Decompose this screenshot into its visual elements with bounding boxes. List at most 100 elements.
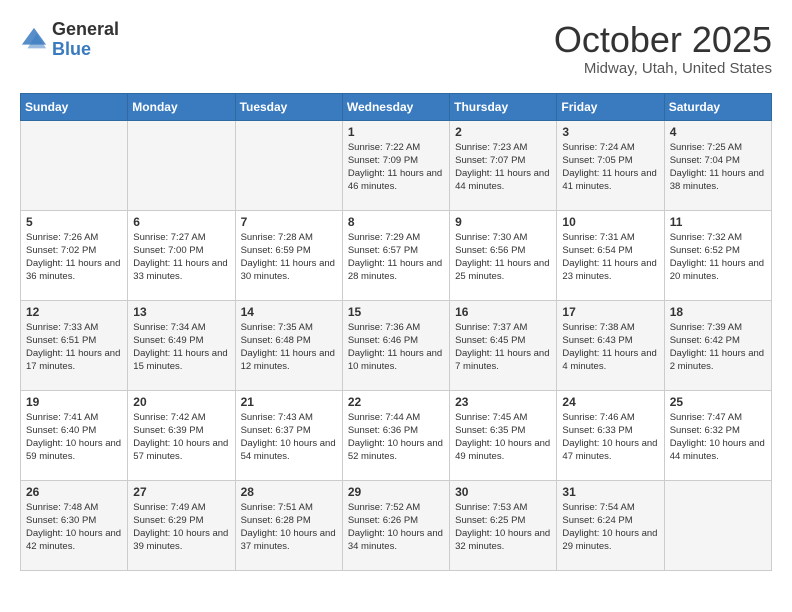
day-number: 11 bbox=[670, 215, 766, 229]
day-info: Sunrise: 7:23 AM Sunset: 7:07 PM Dayligh… bbox=[455, 141, 551, 194]
calendar-cell: 10 Sunrise: 7:31 AM Sunset: 6:54 PM Dayli… bbox=[557, 210, 664, 300]
weekday-header-monday: Monday bbox=[128, 93, 235, 120]
calendar-cell bbox=[21, 120, 128, 210]
day-number: 22 bbox=[348, 395, 444, 409]
calendar-cell: 28Sunrise: 7:51 AM Sunset: 6:28 PM Dayli… bbox=[235, 480, 342, 570]
calendar-cell: 30 Sunrise: 7:53 AM Sunset: 6:25 PM Dayli… bbox=[450, 480, 557, 570]
logo-general: General bbox=[52, 20, 119, 40]
weekday-header-tuesday: Tuesday bbox=[235, 93, 342, 120]
day-info: Sunrise: 7:35 AM Sunset: 6:48 PM Dayligh… bbox=[241, 321, 337, 374]
calendar-cell: 24Sunrise: 7:46 AM Sunset: 6:33 PM Dayli… bbox=[557, 390, 664, 480]
calendar-cell: 20 Sunrise: 7:42 AM Sunset: 6:39 PM Dayli… bbox=[128, 390, 235, 480]
day-number: 17 bbox=[562, 305, 658, 319]
calendar-cell: 3 Sunrise: 7:24 AM Sunset: 7:05 PM Daylig… bbox=[557, 120, 664, 210]
weekday-header-sunday: Sunday bbox=[21, 93, 128, 120]
day-number: 23 bbox=[455, 395, 551, 409]
day-number: 7 bbox=[241, 215, 337, 229]
calendar-cell: 13 Sunrise: 7:34 AM Sunset: 6:49 PM Dayli… bbox=[128, 300, 235, 390]
day-info: Sunrise: 7:49 AM Sunset: 6:29 PM Dayligh… bbox=[133, 501, 229, 554]
calendar-cell bbox=[664, 480, 771, 570]
calendar-cell: 26 Sunrise: 7:48 AM Sunset: 6:30 PM Dayli… bbox=[21, 480, 128, 570]
day-info: Sunrise: 7:27 AM Sunset: 7:00 PM Dayligh… bbox=[133, 231, 229, 284]
day-number: 18 bbox=[670, 305, 766, 319]
day-info: Sunrise: 7:48 AM Sunset: 6:30 PM Dayligh… bbox=[26, 501, 122, 554]
calendar-week-row: 26 Sunrise: 7:48 AM Sunset: 6:30 PM Dayli… bbox=[21, 480, 772, 570]
day-number: 24 bbox=[562, 395, 658, 409]
day-number: 20 bbox=[133, 395, 229, 409]
weekday-header-friday: Friday bbox=[557, 93, 664, 120]
calendar-cell: 7 Sunrise: 7:28 AM Sunset: 6:59 PM Daylig… bbox=[235, 210, 342, 300]
day-info: Sunrise: 7:54 AM Sunset: 6:24 PM Dayligh… bbox=[562, 501, 658, 554]
weekday-header-wednesday: Wednesday bbox=[342, 93, 449, 120]
day-info: Sunrise: 7:30 AM Sunset: 6:56 PM Dayligh… bbox=[455, 231, 551, 284]
day-info: Sunrise: 7:34 AM Sunset: 6:49 PM Dayligh… bbox=[133, 321, 229, 374]
calendar-week-row: 5 Sunrise: 7:26 AM Sunset: 7:02 PM Daylig… bbox=[21, 210, 772, 300]
calendar-cell: 27 Sunrise: 7:49 AM Sunset: 6:29 PM Dayli… bbox=[128, 480, 235, 570]
day-number: 16 bbox=[455, 305, 551, 319]
day-info: Sunrise: 7:43 AM Sunset: 6:37 PM Dayligh… bbox=[241, 411, 337, 464]
day-number: 30 bbox=[455, 485, 551, 499]
day-info: Sunrise: 7:52 AM Sunset: 6:26 PM Dayligh… bbox=[348, 501, 444, 554]
day-number: 15 bbox=[348, 305, 444, 319]
weekday-header-row: SundayMondayTuesdayWednesdayThursdayFrid… bbox=[21, 93, 772, 120]
day-number: 19 bbox=[26, 395, 122, 409]
calendar-cell: 18Sunrise: 7:39 AM Sunset: 6:42 PM Dayli… bbox=[664, 300, 771, 390]
calendar-cell: 15Sunrise: 7:36 AM Sunset: 6:46 PM Dayli… bbox=[342, 300, 449, 390]
calendar-week-row: 1 Sunrise: 7:22 AM Sunset: 7:09 PM Daylig… bbox=[21, 120, 772, 210]
day-info: Sunrise: 7:42 AM Sunset: 6:39 PM Dayligh… bbox=[133, 411, 229, 464]
day-number: 5 bbox=[26, 215, 122, 229]
calendar-cell: 4Sunrise: 7:25 AM Sunset: 7:04 PM Daylig… bbox=[664, 120, 771, 210]
calendar-cell: 5 Sunrise: 7:26 AM Sunset: 7:02 PM Daylig… bbox=[21, 210, 128, 300]
day-number: 26 bbox=[26, 485, 122, 499]
logo-blue: Blue bbox=[52, 40, 119, 60]
calendar-week-row: 19 Sunrise: 7:41 AM Sunset: 6:40 PM Dayli… bbox=[21, 390, 772, 480]
day-info: Sunrise: 7:31 AM Sunset: 6:54 PM Dayligh… bbox=[562, 231, 658, 284]
day-number: 12 bbox=[26, 305, 122, 319]
day-number: 13 bbox=[133, 305, 229, 319]
day-number: 29 bbox=[348, 485, 444, 499]
day-info: Sunrise: 7:45 AM Sunset: 6:35 PM Dayligh… bbox=[455, 411, 551, 464]
day-number: 4 bbox=[670, 125, 766, 139]
day-number: 6 bbox=[133, 215, 229, 229]
logo: General Blue bbox=[20, 20, 119, 60]
calendar-cell bbox=[235, 120, 342, 210]
day-number: 1 bbox=[348, 125, 444, 139]
day-info: Sunrise: 7:26 AM Sunset: 7:02 PM Dayligh… bbox=[26, 231, 122, 284]
day-number: 10 bbox=[562, 215, 658, 229]
calendar-cell: 8Sunrise: 7:29 AM Sunset: 6:57 PM Daylig… bbox=[342, 210, 449, 300]
weekday-header-saturday: Saturday bbox=[664, 93, 771, 120]
day-info: Sunrise: 7:24 AM Sunset: 7:05 PM Dayligh… bbox=[562, 141, 658, 194]
page-header: General Blue October 2025 Midway, Utah, … bbox=[20, 20, 772, 77]
calendar-cell: 2 Sunrise: 7:23 AM Sunset: 7:07 PM Daylig… bbox=[450, 120, 557, 210]
day-info: Sunrise: 7:29 AM Sunset: 6:57 PM Dayligh… bbox=[348, 231, 444, 284]
calendar-header: SundayMondayTuesdayWednesdayThursdayFrid… bbox=[21, 93, 772, 120]
day-number: 21 bbox=[241, 395, 337, 409]
calendar-body: 1 Sunrise: 7:22 AM Sunset: 7:09 PM Daylig… bbox=[21, 120, 772, 570]
day-number: 31 bbox=[562, 485, 658, 499]
day-number: 2 bbox=[455, 125, 551, 139]
calendar-cell: 14 Sunrise: 7:35 AM Sunset: 6:48 PM Dayli… bbox=[235, 300, 342, 390]
day-number: 27 bbox=[133, 485, 229, 499]
calendar-cell: 1 Sunrise: 7:22 AM Sunset: 7:09 PM Daylig… bbox=[342, 120, 449, 210]
day-info: Sunrise: 7:22 AM Sunset: 7:09 PM Dayligh… bbox=[348, 141, 444, 194]
day-info: Sunrise: 7:41 AM Sunset: 6:40 PM Dayligh… bbox=[26, 411, 122, 464]
calendar-week-row: 12 Sunrise: 7:33 AM Sunset: 6:51 PM Dayli… bbox=[21, 300, 772, 390]
day-info: Sunrise: 7:32 AM Sunset: 6:52 PM Dayligh… bbox=[670, 231, 766, 284]
day-number: 3 bbox=[562, 125, 658, 139]
day-info: Sunrise: 7:53 AM Sunset: 6:25 PM Dayligh… bbox=[455, 501, 551, 554]
day-info: Sunrise: 7:28 AM Sunset: 6:59 PM Dayligh… bbox=[241, 231, 337, 284]
calendar-cell: 29 Sunrise: 7:52 AM Sunset: 6:26 PM Dayli… bbox=[342, 480, 449, 570]
calendar-cell: 31 Sunrise: 7:54 AM Sunset: 6:24 PM Dayli… bbox=[557, 480, 664, 570]
calendar-cell: 11 Sunrise: 7:32 AM Sunset: 6:52 PM Dayli… bbox=[664, 210, 771, 300]
calendar-cell: 25Sunrise: 7:47 AM Sunset: 6:32 PM Dayli… bbox=[664, 390, 771, 480]
day-info: Sunrise: 7:37 AM Sunset: 6:45 PM Dayligh… bbox=[455, 321, 551, 374]
day-number: 14 bbox=[241, 305, 337, 319]
day-info: Sunrise: 7:33 AM Sunset: 6:51 PM Dayligh… bbox=[26, 321, 122, 374]
calendar-table: SundayMondayTuesdayWednesdayThursdayFrid… bbox=[20, 93, 772, 571]
calendar-cell bbox=[128, 120, 235, 210]
month-title: October 2025 bbox=[554, 20, 772, 60]
calendar-cell: 22Sunrise: 7:44 AM Sunset: 6:36 PM Dayli… bbox=[342, 390, 449, 480]
calendar-cell: 9Sunrise: 7:30 AM Sunset: 6:56 PM Daylig… bbox=[450, 210, 557, 300]
day-info: Sunrise: 7:47 AM Sunset: 6:32 PM Dayligh… bbox=[670, 411, 766, 464]
calendar-cell: 19 Sunrise: 7:41 AM Sunset: 6:40 PM Dayli… bbox=[21, 390, 128, 480]
